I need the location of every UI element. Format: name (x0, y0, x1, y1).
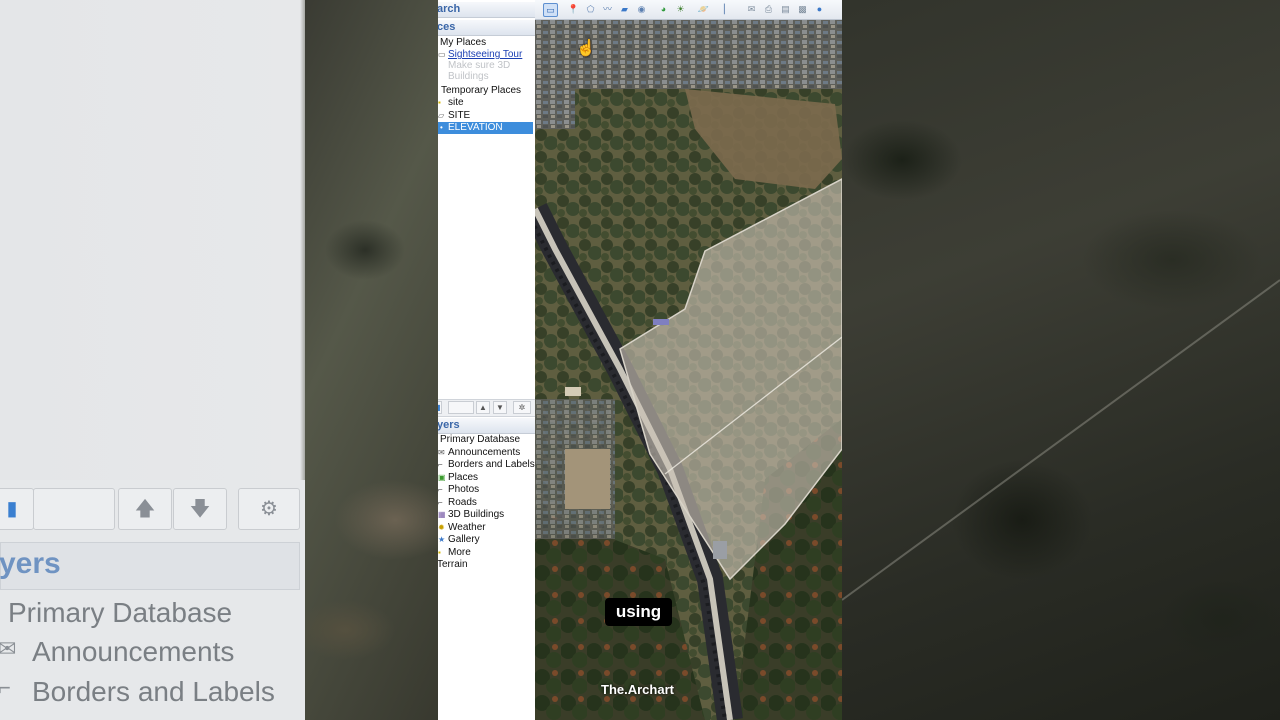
map-view[interactable]: ▭ 📍 ⬠ 〰 ▰ ◉ ◕ ☀ 🪐 ▏ ✉ ⎙ ▤ ▩ ● ☝ using Th… (535, 0, 842, 720)
path-tool-icon[interactable]: 〰 (601, 3, 614, 15)
move-down-icon[interactable]: ▼ (493, 401, 507, 414)
zoomed-border-icon: ⌐ (0, 675, 11, 700)
satellite-imagery (535, 19, 842, 720)
zoomed-down-arrow-icon: 🡇 (173, 488, 227, 530)
zoomed-mail-icon: ✉ (0, 636, 17, 661)
zoomed-item-announcements: Announcements (32, 636, 235, 667)
blurred-map-strip (305, 0, 438, 720)
tour-icon: ▭ (438, 50, 446, 59)
places-item-elevation[interactable]: • ELEVATION (438, 122, 533, 134)
save-image-icon[interactable]: ▤ (779, 3, 792, 15)
folder-icon: ▪ (438, 548, 441, 557)
zoomed-item-borders-labels: Borders and Labels (32, 676, 275, 707)
places-item-my-places[interactable]: My Places (440, 37, 486, 49)
google-earth-window: arch ces My Places ▭ Sightseeing Tour Ma… (438, 0, 842, 720)
creator-watermark: The.Archart (601, 682, 674, 697)
zoomed-tour-icon: ⚙ (238, 488, 300, 530)
zoomed-panel-button: ▮ (0, 488, 34, 530)
places-icon: ▣ (438, 473, 446, 482)
zoomed-blank-button (33, 488, 115, 530)
move-up-icon[interactable]: ▲ (476, 401, 490, 414)
sun-icon: ✹ (438, 523, 445, 532)
zoomed-layers-header: yers (0, 542, 300, 590)
places-item-site[interactable]: ▪ site (438, 97, 464, 109)
layer-places[interactable]: ▣ Places (438, 472, 478, 484)
tour-record-icon[interactable]: ◉ (635, 3, 648, 15)
places-item-temporary-places[interactable]: Temporary Places (441, 85, 521, 97)
layer-photos[interactable]: ⌐ Photos (438, 484, 479, 496)
layer-roads[interactable]: ⌐ Roads (438, 497, 477, 509)
layer-borders-labels[interactable]: ⌐ Borders and Labels (438, 459, 535, 471)
places-toolbar: ▮ ▲ ▼ ✲ (438, 399, 535, 417)
layer-announcements[interactable]: ✉ Announcements (438, 447, 520, 459)
play-tour-icon[interactable]: ✲ (513, 401, 531, 414)
print-icon[interactable]: ⎙ (762, 3, 775, 15)
background-left-blurred: ▮ 🡅 🡇 ⚙ yers Primary Database ✉ Announce… (0, 0, 438, 720)
layers-panel-header[interactable]: yers (438, 418, 535, 434)
video-subtitle: using (605, 598, 672, 626)
building-icon: ▦ (438, 510, 446, 519)
sidebar: arch ces My Places ▭ Sightseeing Tour Ma… (438, 0, 536, 720)
hand-cursor-icon: ☝ (576, 40, 596, 57)
layer-weather[interactable]: ✹ Weather (438, 522, 486, 534)
places-panel-header[interactable]: ces (438, 20, 535, 36)
star-icon: ★ (438, 535, 446, 544)
placemark-tool-icon[interactable]: 📍 (567, 3, 580, 15)
search-field-button[interactable] (448, 401, 474, 414)
overlay-tool-icon[interactable]: ▰ (618, 3, 631, 15)
layer-primary-database[interactable]: Primary Database (440, 434, 520, 446)
photo-icon: ⌐ (438, 485, 443, 494)
border-icon: ⌐ (438, 460, 443, 469)
sidebar-toggle-icon[interactable]: ▭ (543, 3, 558, 17)
layer-terrain[interactable]: Terrain (438, 559, 468, 571)
panel-toggle-button[interactable]: ▮ (438, 401, 442, 414)
search-panel-header[interactable]: arch (438, 2, 535, 18)
zoomed-up-arrow-icon: 🡅 (118, 488, 172, 530)
road-icon: ⌐ (438, 498, 443, 507)
places-note-line2: Buildings (448, 71, 489, 82)
historical-imagery-icon[interactable]: ◕ (657, 3, 670, 15)
layer-3d-buildings[interactable]: ▦ 3D Buildings (438, 509, 504, 521)
polygon-icon: ▱ (438, 111, 445, 120)
polygon-tool-icon[interactable]: ⬠ (584, 3, 597, 15)
map-toolbar: ▭ 📍 ⬠ 〰 ▰ ◉ ◕ ☀ 🪐 ▏ ✉ ⎙ ▤ ▩ ● (535, 0, 842, 20)
background-right-blurred (842, 0, 1280, 720)
zoomed-toolbar: ▮ 🡅 🡇 ⚙ (0, 488, 300, 532)
sun-tool-icon[interactable]: ☀ (674, 3, 687, 15)
places-item-site-polygon[interactable]: ▱ SITE (438, 110, 470, 122)
placemark-icon: ▪ (438, 98, 441, 107)
ruler-icon[interactable]: ▏ (721, 3, 734, 15)
layer-gallery[interactable]: ★ Gallery (438, 534, 480, 546)
mail-icon: ✉ (438, 448, 445, 457)
earth-icon[interactable]: ● (813, 3, 826, 15)
maps-icon[interactable]: ▩ (796, 3, 809, 15)
layer-more[interactable]: ▪ More (438, 547, 471, 559)
zoomed-item-primary-database: Primary Database (8, 597, 233, 628)
email-icon[interactable]: ✉ (745, 3, 758, 15)
planets-icon[interactable]: 🪐 (697, 3, 710, 15)
path-icon: • (440, 123, 443, 132)
blurred-boundary-line (842, 279, 1280, 601)
